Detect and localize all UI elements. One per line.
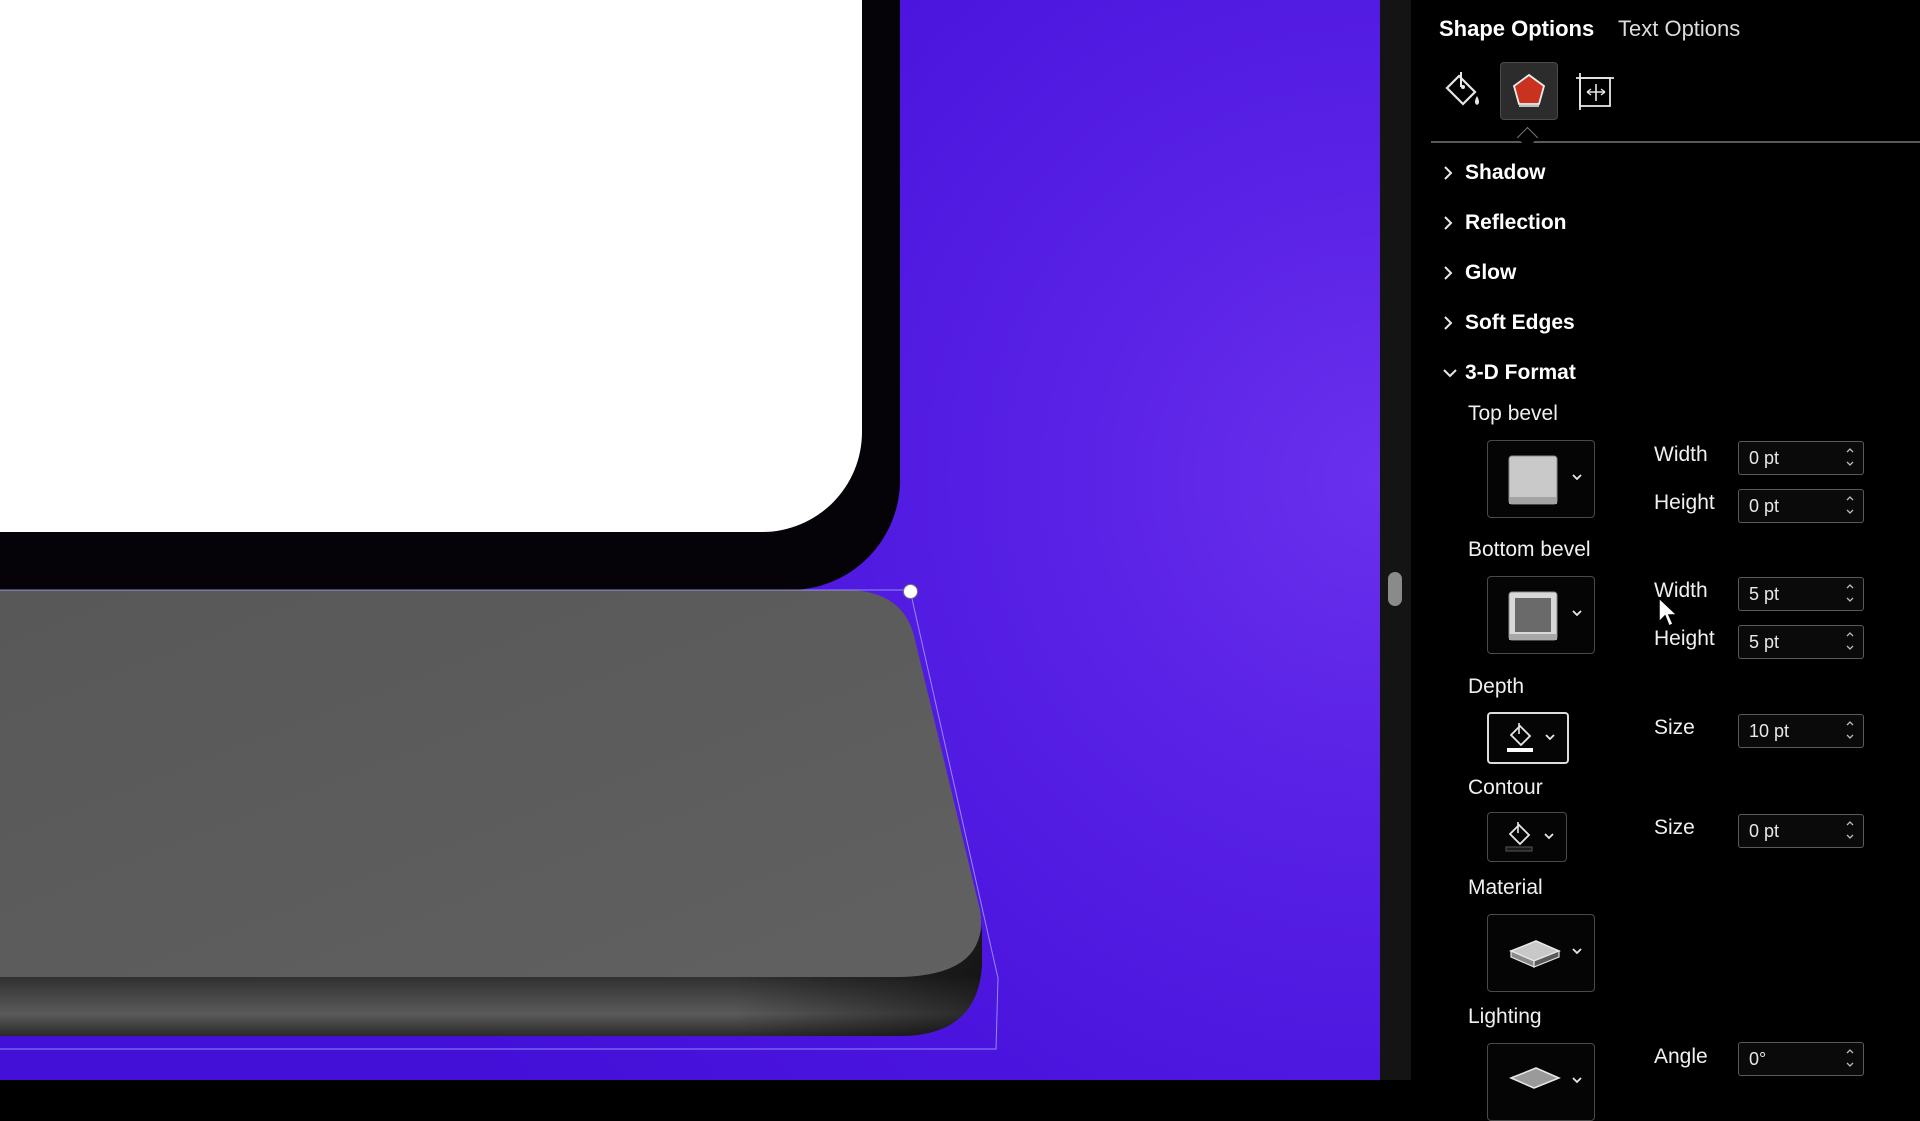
section-soft-edges[interactable]: Soft Edges (1441, 309, 1575, 337)
contour-label: Contour (1468, 776, 1543, 799)
top-bevel-gallery[interactable] (1487, 440, 1595, 518)
spin-arrows-icon[interactable] (1845, 581, 1855, 605)
chevron-down-icon (1545, 734, 1555, 741)
size-properties-icon[interactable] (1566, 62, 1622, 118)
spin-value: 0 pt (1749, 448, 1780, 468)
top-bevel-label: Top bevel (1468, 402, 1558, 425)
paint-bucket-icon (1505, 822, 1533, 852)
bottom-bevel-width-input[interactable]: 5 pt (1738, 577, 1864, 611)
section-label: Glow (1465, 261, 1517, 284)
spin-arrows-icon[interactable] (1845, 629, 1855, 653)
chevron-right-icon (1441, 164, 1465, 182)
tab-shape-options[interactable]: Shape Options (1439, 16, 1594, 42)
chevron-down-icon (1441, 366, 1465, 380)
spin-value: 0° (1749, 1049, 1767, 1069)
contour-color-picker[interactable] (1487, 812, 1567, 862)
top-bevel-height-input[interactable]: 0 pt (1738, 489, 1864, 523)
spin-value: 5 pt (1749, 584, 1780, 604)
spin-arrows-icon[interactable] (1845, 1046, 1855, 1070)
lighting-gallery[interactable] (1487, 1043, 1595, 1121)
depth-color-picker[interactable] (1487, 712, 1569, 764)
chevron-down-icon (1544, 833, 1554, 840)
chevron-down-icon (1572, 610, 1582, 617)
material-gallery[interactable] (1487, 914, 1595, 992)
section-label: Shadow (1465, 161, 1546, 184)
spin-arrows-icon[interactable] (1845, 445, 1855, 469)
lighting-icon (1509, 1067, 1561, 1089)
slide-canvas[interactable] (0, 0, 1380, 1080)
section-label: 3-D Format (1465, 361, 1576, 384)
spin-value: 0 pt (1749, 821, 1780, 841)
chevron-right-icon (1441, 314, 1465, 332)
laptop-base-top (0, 590, 981, 977)
contour-size-input[interactable]: 0 pt (1738, 814, 1864, 848)
spin-value: 10 pt (1749, 721, 1790, 741)
chevron-down-icon (1572, 948, 1582, 955)
depth-size-label: Size (1654, 716, 1695, 739)
chevron-down-icon (1572, 474, 1582, 481)
spin-arrows-icon[interactable] (1845, 493, 1855, 517)
chevron-down-icon (1572, 1077, 1582, 1084)
material-icon (1509, 940, 1561, 968)
depth-label: Depth (1468, 675, 1525, 698)
chevron-right-icon (1441, 264, 1465, 282)
section-label: Soft Edges (1465, 311, 1575, 334)
mouse-cursor-icon (1658, 596, 1679, 628)
bottom-bevel-label: Bottom bevel (1468, 538, 1591, 561)
section-glow[interactable]: Glow (1441, 259, 1516, 287)
top-bevel-width-input[interactable]: 0 pt (1738, 441, 1864, 475)
chevron-right-icon (1441, 214, 1465, 232)
depth-size-input[interactable]: 10 pt (1738, 714, 1864, 748)
pane-divider (1431, 141, 1920, 143)
selection-handle[interactable] (903, 584, 918, 599)
section-label: Reflection (1465, 211, 1567, 234)
spin-arrows-icon[interactable] (1845, 718, 1855, 742)
top-bevel-height-label: Height (1654, 491, 1715, 514)
material-label: Material (1468, 876, 1543, 899)
format-shape-pane: Shape Options Text Options Shadow Reflec… (1411, 0, 1920, 1121)
lighting-angle-label: Angle (1654, 1045, 1708, 1068)
bottom-bevel-height-label: Height (1654, 627, 1715, 650)
bottom-bevel-height-input[interactable]: 5 pt (1738, 625, 1864, 659)
section-3d-format[interactable]: 3-D Format (1441, 359, 1576, 387)
canvas-scrollbar[interactable] (1380, 0, 1412, 1080)
paint-bucket-icon (1507, 723, 1533, 752)
spin-value: 5 pt (1749, 632, 1780, 652)
lighting-angle-input[interactable]: 0° (1738, 1042, 1864, 1076)
section-shadow[interactable]: Shadow (1441, 159, 1546, 187)
bevel-angle-icon (1508, 591, 1558, 641)
section-reflection[interactable]: Reflection (1441, 209, 1567, 237)
scrollbar-thumb[interactable] (1388, 572, 1402, 606)
spin-value: 0 pt (1749, 496, 1780, 516)
bevel-none-icon (1508, 455, 1558, 505)
laptop-base-shape[interactable] (0, 0, 1380, 1080)
tab-text-options[interactable]: Text Options (1618, 16, 1740, 42)
fill-line-icon[interactable] (1433, 62, 1489, 118)
spin-arrows-icon[interactable] (1845, 818, 1855, 842)
top-bevel-width-label: Width (1654, 443, 1708, 466)
lighting-label: Lighting (1468, 1005, 1542, 1028)
contour-size-label: Size (1654, 816, 1695, 839)
bottom-bevel-gallery[interactable] (1487, 576, 1595, 654)
effects-icon[interactable] (1500, 62, 1558, 120)
category-pointer (1516, 126, 1539, 149)
